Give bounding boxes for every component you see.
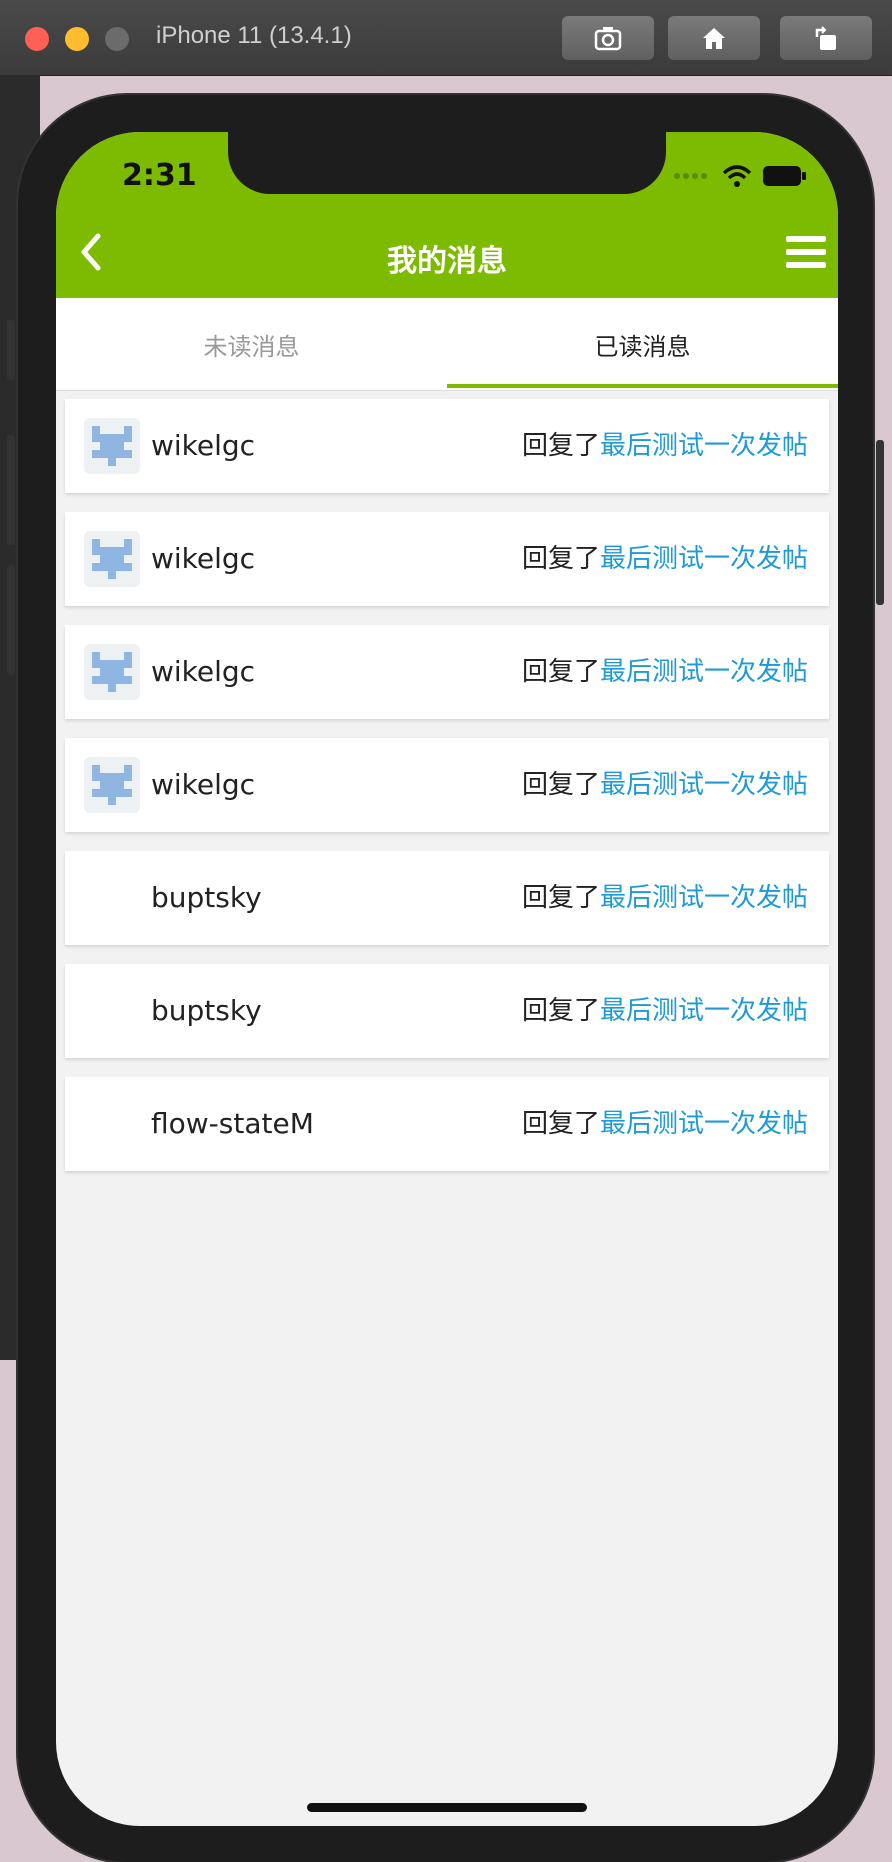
app-header: 2:31 我的消息 bbox=[56, 132, 838, 298]
message-action: 回复了最后测试一次发帖 bbox=[522, 1077, 808, 1171]
power-button bbox=[876, 440, 884, 605]
message-action: 回复了最后测试一次发帖 bbox=[522, 738, 808, 832]
message-action: 回复了最后测试一次发帖 bbox=[522, 625, 808, 719]
identicon-avatar-icon bbox=[84, 757, 140, 813]
battery-icon bbox=[763, 166, 806, 186]
message-row[interactable]: buptsky 回复了最后测试一次发帖 bbox=[65, 964, 829, 1058]
volume-up-button bbox=[7, 435, 15, 545]
topic-link[interactable]: 最后测试一次发帖 bbox=[600, 1109, 808, 1139]
message-list: wikelgc 回复了最后测试一次发帖 wikelgc 回复了最后测试一次发帖 wike… bbox=[65, 399, 829, 1190]
signal-icon bbox=[674, 173, 707, 179]
mute-switch bbox=[7, 320, 15, 380]
screenshot-icon bbox=[594, 27, 622, 51]
status-time: 2:31 bbox=[122, 158, 197, 193]
rotate-button[interactable] bbox=[780, 16, 872, 60]
message-row[interactable]: buptsky 回复了最后测试一次发帖 bbox=[65, 851, 829, 945]
notch bbox=[228, 132, 666, 194]
app-screen: 2:31 我的消息 未读消息 已读消息 wikelgc 回复了最后测试一次发帖 … bbox=[56, 132, 838, 1826]
topic-link[interactable]: 最后测试一次发帖 bbox=[600, 996, 808, 1026]
avatar[interactable] bbox=[84, 644, 140, 700]
identicon-avatar-icon bbox=[84, 531, 140, 587]
action-text: 回复了 bbox=[521, 544, 600, 574]
avatar[interactable] bbox=[84, 757, 140, 813]
wifi-icon bbox=[722, 165, 752, 187]
topic-link[interactable]: 最后测试一次发帖 bbox=[600, 883, 808, 913]
minimize-window-button[interactable] bbox=[65, 27, 89, 51]
message-username[interactable]: wikelgc bbox=[151, 625, 255, 719]
home-icon bbox=[703, 28, 725, 49]
rotate-icon bbox=[815, 26, 836, 50]
message-row[interactable]: wikelgc 回复了最后测试一次发帖 bbox=[65, 512, 829, 606]
topic-link[interactable]: 最后测试一次发帖 bbox=[600, 431, 808, 461]
message-action: 回复了最后测试一次发帖 bbox=[522, 964, 808, 1058]
avatar[interactable] bbox=[84, 531, 140, 587]
message-action: 回复了最后测试一次发帖 bbox=[522, 399, 808, 493]
message-tabs: 未读消息 已读消息 bbox=[56, 298, 838, 391]
screenshot-button[interactable] bbox=[562, 16, 654, 60]
message-action: 回复了最后测试一次发帖 bbox=[522, 851, 808, 945]
active-tab-indicator bbox=[447, 384, 838, 388]
identicon-avatar-icon bbox=[84, 644, 140, 700]
zoom-window-button[interactable] bbox=[105, 27, 129, 51]
page-title: 我的消息 bbox=[387, 244, 507, 279]
message-row[interactable]: wikelgc 回复了最后测试一次发帖 bbox=[65, 625, 829, 719]
action-text: 回复了 bbox=[521, 1109, 600, 1139]
volume-down-button bbox=[7, 565, 15, 675]
action-text: 回复了 bbox=[521, 770, 600, 800]
menu-button[interactable] bbox=[786, 236, 826, 270]
message-row[interactable]: flow-stateM 回复了最后测试一次发帖 bbox=[65, 1077, 829, 1171]
message-username[interactable]: buptsky bbox=[151, 964, 262, 1058]
simulator-title: iPhone 11 (13.4.1) bbox=[156, 22, 352, 49]
message-action: 回复了最后测试一次发帖 bbox=[522, 512, 808, 606]
message-username[interactable]: wikelgc bbox=[151, 399, 255, 493]
topic-link[interactable]: 最后测试一次发帖 bbox=[600, 544, 808, 574]
avatar[interactable] bbox=[84, 418, 140, 474]
action-text: 回复了 bbox=[521, 996, 600, 1026]
home-indicator[interactable] bbox=[307, 1803, 587, 1812]
tab-unread-messages[interactable]: 未读消息 bbox=[56, 298, 447, 390]
hamburger-menu-icon bbox=[786, 236, 826, 268]
message-username[interactable]: wikelgc bbox=[151, 738, 255, 832]
action-text: 回复了 bbox=[521, 431, 600, 461]
simulator-title-bar: iPhone 11 (13.4.1) bbox=[0, 0, 892, 76]
message-username[interactable]: flow-stateM bbox=[151, 1077, 314, 1171]
action-text: 回复了 bbox=[521, 883, 600, 913]
message-username[interactable]: buptsky bbox=[151, 851, 262, 945]
status-icons bbox=[672, 164, 808, 188]
topic-link[interactable]: 最后测试一次发帖 bbox=[600, 770, 808, 800]
action-text: 回复了 bbox=[521, 657, 600, 687]
home-button[interactable] bbox=[668, 16, 760, 60]
close-window-button[interactable] bbox=[25, 27, 49, 51]
message-row[interactable]: wikelgc 回复了最后测试一次发帖 bbox=[65, 399, 829, 493]
message-username[interactable]: wikelgc bbox=[151, 512, 255, 606]
tab-read-messages[interactable]: 已读消息 bbox=[447, 298, 838, 390]
topic-link[interactable]: 最后测试一次发帖 bbox=[600, 657, 808, 687]
message-row[interactable]: wikelgc 回复了最后测试一次发帖 bbox=[65, 738, 829, 832]
identicon-avatar-icon bbox=[84, 418, 140, 474]
